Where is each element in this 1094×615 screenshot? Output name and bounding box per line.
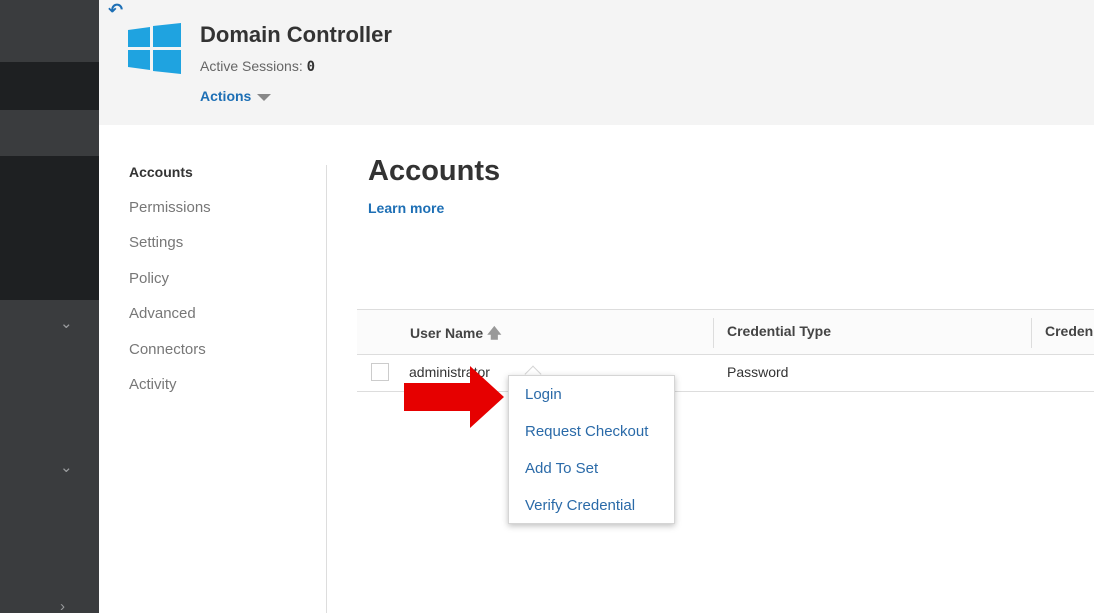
page-title: Domain Controller: [200, 22, 392, 47]
actions-label: Actions: [200, 88, 252, 104]
rail-item[interactable]: [0, 156, 99, 300]
column-label: User Name: [410, 325, 484, 341]
nav-item-advanced[interactable]: Advanced: [129, 302, 319, 338]
actions-dropdown[interactable]: Actions: [200, 88, 272, 104]
table-header: User Name 🡅 Credential Type Creden: [357, 309, 1094, 355]
red-arrow-annotation-icon: [404, 366, 504, 428]
rail-item[interactable]: [0, 300, 99, 613]
left-rail: ⌄ ⌄ ›: [0, 0, 99, 615]
secondary-nav: Accounts Permissions Settings Policy Adv…: [129, 160, 319, 409]
column-divider: [1031, 318, 1032, 348]
chevron-down-icon[interactable]: ⌄: [60, 458, 73, 476]
rail-item[interactable]: [0, 0, 99, 62]
menu-item-login[interactable]: Login: [509, 384, 674, 421]
column-header-user-name[interactable]: User Name 🡅: [410, 323, 502, 347]
windows-logo-icon: [128, 23, 181, 74]
learn-more-link[interactable]: Learn more: [368, 200, 444, 216]
context-menu: Login Request Checkout Add To Set Verify…: [508, 375, 675, 524]
cell-credential-type: Password: [727, 364, 789, 380]
nav-item-accounts[interactable]: Accounts: [129, 160, 319, 196]
nav-item-policy[interactable]: Policy: [129, 267, 319, 303]
caret-down-icon: [257, 93, 272, 101]
menu-item-add-to-set[interactable]: Add To Set: [509, 458, 674, 495]
row-checkbox[interactable]: [371, 363, 389, 381]
active-sessions: Active Sessions: 0: [200, 58, 315, 75]
menu-item-verify-credential[interactable]: Verify Credential: [509, 495, 674, 532]
column-header-credential[interactable]: Creden: [1045, 323, 1093, 339]
nav-divider: [326, 165, 327, 613]
menu-item-request-checkout[interactable]: Request Checkout: [509, 421, 674, 458]
active-sessions-label: Active Sessions:: [200, 58, 303, 74]
section-title: Accounts: [368, 155, 501, 187]
nav-item-activity[interactable]: Activity: [129, 373, 319, 409]
chevron-right-icon[interactable]: ›: [60, 598, 65, 615]
page-header: ↶ Domain Controller Active Sessions: 0 A…: [99, 0, 1094, 125]
rail-item[interactable]: [0, 110, 99, 156]
column-header-credential-type[interactable]: Credential Type: [727, 323, 831, 339]
nav-item-permissions[interactable]: Permissions: [129, 196, 319, 232]
chevron-down-icon[interactable]: ⌄: [60, 314, 73, 332]
nav-item-settings[interactable]: Settings: [129, 231, 319, 267]
active-sessions-count: 0: [306, 59, 316, 75]
back-arrow-icon[interactable]: ↶: [108, 0, 123, 20]
sort-ascending-icon[interactable]: 🡅: [487, 325, 501, 341]
nav-item-connectors[interactable]: Connectors: [129, 338, 319, 374]
column-divider: [713, 318, 714, 348]
rail-item[interactable]: [0, 62, 99, 110]
